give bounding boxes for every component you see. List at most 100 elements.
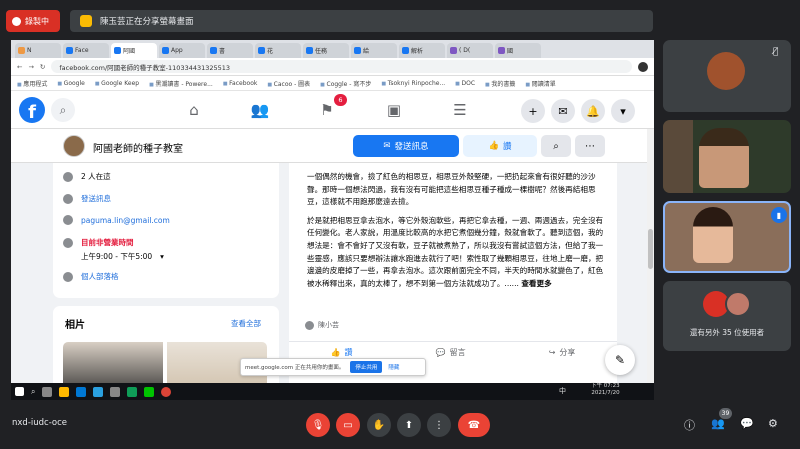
store-icon[interactable] <box>110 386 121 397</box>
browser-tab[interactable]: N <box>15 43 61 58</box>
people-icon[interactable]: 👥 <box>711 417 725 430</box>
email-link[interactable]: paguma.lin@gmail.com <box>63 215 170 225</box>
see-all-photos-link[interactable]: 查看全部 <box>231 318 261 329</box>
bookmark[interactable]: DOC <box>455 80 476 87</box>
menu-icon[interactable]: ☰ <box>449 99 471 121</box>
hide-notice-button[interactable]: 隱藏 <box>388 363 399 371</box>
profile-icon[interactable] <box>638 61 648 72</box>
browser-tab[interactable]: ( D( <box>447 43 493 58</box>
participant-tile[interactable]: 🎙̸ <box>663 40 791 112</box>
participant-video-tile[interactable] <box>663 120 791 193</box>
browser-tab-active[interactable]: 阿國 <box>111 43 157 58</box>
file-explorer-icon[interactable] <box>59 386 70 397</box>
chrome-icon[interactable] <box>161 386 172 397</box>
like-page-button[interactable]: 👍 讚 <box>463 135 537 157</box>
browser-tab[interactable]: 任務 <box>303 43 349 58</box>
hours-status: 目前非營業時間 <box>63 237 134 248</box>
meeting-info-icon[interactable]: ⓘ <box>684 417 695 433</box>
scrollbar-thumb[interactable] <box>648 229 653 269</box>
bookmark[interactable]: Facebook <box>223 80 257 87</box>
post-author[interactable]: 陳小芸 <box>305 320 339 330</box>
others-count-text: 還有另外 35 位使用者 <box>689 328 765 337</box>
present-icon: ⬆ <box>404 419 414 431</box>
browser-tab[interactable]: Face <box>63 43 109 58</box>
chat-icon[interactable]: 💬 <box>740 417 754 430</box>
leave-call-button[interactable]: ☎ <box>458 413 490 437</box>
task-view-icon[interactable] <box>42 386 53 397</box>
bookmark[interactable]: 閱讀清單 <box>525 79 556 88</box>
create-icon[interactable]: + <box>521 99 545 123</box>
more-options-button[interactable]: ⋯ <box>575 135 605 157</box>
page-search-button[interactable]: ⌕ <box>541 135 571 157</box>
more-options-button[interactable]: ⋮ <box>427 413 451 437</box>
share-button[interactable]: ↪ 分享 <box>549 347 576 358</box>
mic-toggle-button[interactable]: 🎙 <box>306 413 330 437</box>
account-chevron-icon[interactable]: ▾ <box>611 99 635 123</box>
bookmark[interactable]: 黑潮讀書 - Powere... <box>149 79 212 88</box>
clock-icon <box>63 237 73 248</box>
chevron-down-icon: ▾ <box>160 252 164 261</box>
facebook-logo-icon[interactable]: f <box>19 97 45 123</box>
search-icon[interactable]: ⌕ <box>51 98 75 122</box>
compose-message-button[interactable]: ✎ <box>605 345 635 375</box>
url-field[interactable]: facebook.com/阿國老師的種子教室-110334431325513 <box>51 60 632 73</box>
post-like-button[interactable]: 👍 讚 <box>331 347 353 358</box>
notifications-bell-icon[interactable]: 🔔 <box>581 99 605 123</box>
outlook-icon[interactable] <box>76 386 87 397</box>
windows-start-icon[interactable] <box>15 387 24 396</box>
post-paragraph: 於是就把相思豆拿去泡水，等它外殼泡軟些，再把它拿去種，一週、兩週過去，完全沒有任… <box>307 215 604 288</box>
record-icon <box>12 16 21 26</box>
browser-tab[interactable]: 書 <box>207 43 253 58</box>
browser-tab[interactable]: App <box>159 43 205 58</box>
see-more-link[interactable]: 查看更多 <box>521 279 551 288</box>
back-icon[interactable]: ← <box>17 63 22 71</box>
taskbar-clock[interactable]: 下午 07:23 2021/7/20 <box>591 383 620 397</box>
presenting-text: 陳玉芸正在分享螢幕畫面 <box>100 17 194 27</box>
hours-range[interactable]: 上午9:00 - 下午5:00 ▾ <box>81 251 164 262</box>
forward-icon[interactable]: → <box>28 63 33 71</box>
edge-icon[interactable] <box>93 386 104 397</box>
send-message-link[interactable]: 發送訊息 <box>63 193 111 204</box>
bookmark[interactable]: Google Keep <box>95 80 139 87</box>
scrollbar[interactable] <box>647 129 654 400</box>
hand-icon: ✋ <box>372 419 386 431</box>
facebook-icon <box>306 47 313 54</box>
post-paragraph: 一個偶然的機會，撿了紅色的相思豆，相思豆外殼堅硬，一把扔起來會有很好聽的沙沙聲。… <box>307 172 596 207</box>
bookmark[interactable]: 應用程式 <box>17 79 47 88</box>
home-icon[interactable]: ⌂ <box>183 99 205 121</box>
comment-button[interactable]: 💬 留言 <box>436 347 466 358</box>
raise-hand-button[interactable]: ✋ <box>367 413 391 437</box>
intro-card: 2 人在這 發送訊息 paguma.lin@gmail.com 目前非營業時間 … <box>53 163 279 298</box>
browser-tab[interactable]: 國 <box>495 43 541 58</box>
send-message-button[interactable]: ✉ 發送訊息 <box>353 135 459 157</box>
facebook-icon <box>114 47 121 54</box>
browser-tab[interactable]: 給 <box>351 43 397 58</box>
page-name[interactable]: 阿國老師的種子教室 <box>93 140 183 155</box>
present-now-button[interactable]: ⬆ <box>397 413 421 437</box>
active-speaker-tile[interactable]: ▮ <box>663 201 791 273</box>
reload-icon[interactable]: ↻ <box>40 63 45 71</box>
browser-tab[interactable]: 花 <box>255 43 301 58</box>
page-avatar[interactable] <box>63 135 85 157</box>
bookmark[interactable]: Tsoknyi Rinpoche... <box>381 80 446 87</box>
stop-sharing-button[interactable]: 停止共用 <box>350 361 383 373</box>
ime-indicator[interactable]: 中 <box>559 386 566 396</box>
messenger-icon[interactable]: ✉ <box>551 99 575 123</box>
meeting-code[interactable]: nxd-iudc-oce <box>12 418 67 428</box>
category-link[interactable]: 個人部落格 <box>63 271 119 282</box>
bookmark[interactable]: Cacoo - 圖表 <box>267 79 311 88</box>
marketplace-icon[interactable]: ▣ <box>383 99 405 121</box>
facebook-icon <box>354 47 361 54</box>
activities-icon[interactable]: ⚙ <box>768 417 778 430</box>
bookmark[interactable]: Coggle - 寫不步 <box>320 79 372 88</box>
others-tile[interactable]: 還有另外 35 位使用者 <box>663 281 791 351</box>
recording-badge[interactable]: 錄製中 <box>6 10 60 32</box>
line-icon[interactable] <box>144 386 155 397</box>
search-icon[interactable]: ⌕ <box>31 387 35 397</box>
app-icon[interactable] <box>127 386 138 397</box>
camera-toggle-button[interactable]: ▭ <box>336 413 360 437</box>
browser-tab[interactable]: 解析 <box>399 43 445 58</box>
bookmark[interactable]: Google <box>57 80 85 87</box>
bookmark[interactable]: 我的書籤 <box>485 79 515 88</box>
friends-icon[interactable]: 👥 <box>249 99 271 121</box>
